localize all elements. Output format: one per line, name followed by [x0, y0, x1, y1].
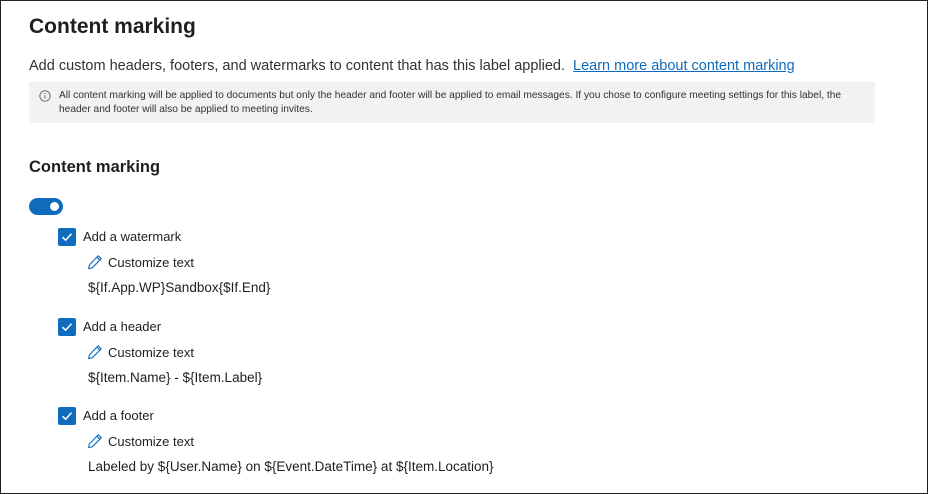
customize-text-label: Customize text — [108, 255, 194, 270]
customize-text-label: Customize text — [108, 434, 194, 449]
description-text: Add custom headers, footers, and waterma… — [29, 58, 565, 74]
checkmark-icon — [61, 323, 73, 332]
footer-checkbox[interactable] — [58, 407, 76, 425]
checkmark-icon — [61, 412, 73, 421]
footer-checkbox-row[interactable]: Add a footer — [58, 407, 858, 425]
content-marking-toggle[interactable] — [29, 198, 63, 215]
info-message-bar: All content marking will be applied to d… — [29, 82, 875, 123]
header-checkbox-row[interactable]: Add a header — [58, 318, 858, 336]
content-marking-panel: Content marking Add custom headers, foot… — [0, 0, 928, 494]
footer-group: Add a footer Customize text Labeled by $… — [58, 407, 858, 474]
watermark-checkbox-row[interactable]: Add a watermark — [58, 228, 858, 246]
pencil-icon — [88, 434, 102, 449]
watermark-group: Add a watermark Customize text ${If.App.… — [58, 228, 858, 295]
page-title: Content marking — [29, 15, 196, 38]
toggle-knob — [50, 202, 59, 211]
pencil-icon — [88, 345, 102, 360]
section-title: Content marking — [29, 158, 161, 176]
watermark-text-value: ${If.App.WP}Sandbox{$If.End} — [88, 280, 271, 295]
header-group: Add a header Customize text ${Item.Name}… — [58, 318, 858, 385]
footer-checkbox-label: Add a footer — [83, 408, 154, 423]
watermark-checkbox[interactable] — [58, 228, 76, 246]
header-checkbox[interactable] — [58, 318, 76, 336]
checkmark-icon — [61, 233, 73, 242]
footer-text-value: Labeled by ${User.Name} on ${Event.DateT… — [88, 459, 494, 474]
page-description: Add custom headers, footers, and waterma… — [29, 58, 795, 74]
learn-more-link[interactable]: Learn more about content marking — [573, 58, 795, 74]
pencil-icon — [88, 255, 102, 270]
watermark-checkbox-label: Add a watermark — [83, 229, 182, 244]
header-checkbox-label: Add a header — [83, 319, 162, 334]
info-icon — [39, 90, 51, 102]
customize-text-label: Customize text — [108, 345, 194, 360]
info-message-text: All content marking will be applied to d… — [59, 90, 842, 115]
header-text-value: ${Item.Name} - ${Item.Label} — [88, 370, 263, 385]
